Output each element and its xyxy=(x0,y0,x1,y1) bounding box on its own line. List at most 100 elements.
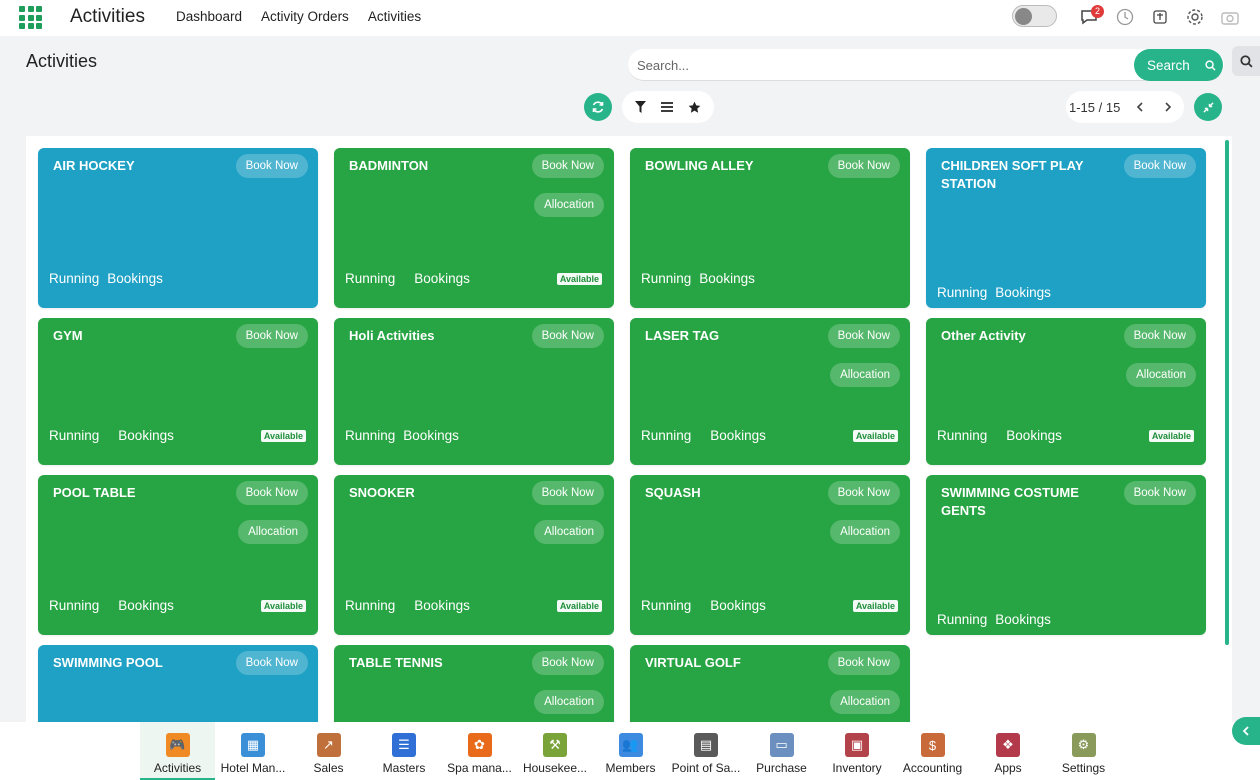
allocation-button[interactable]: Allocation xyxy=(830,690,900,714)
activity-card[interactable]: SWIMMING POOLBook NowRunningBookings xyxy=(38,645,318,722)
running-link[interactable]: Running xyxy=(641,598,691,613)
bookings-link[interactable]: Bookings xyxy=(414,598,470,613)
book-now-button[interactable]: Book Now xyxy=(531,651,604,675)
dock-item-point-of-sa[interactable]: ▤ Point of Sa... xyxy=(669,722,744,780)
camera-icon[interactable] xyxy=(1220,7,1240,27)
bookings-link[interactable]: Bookings xyxy=(107,271,163,286)
activity-card[interactable]: Holi Activities Book Now Running Bookings xyxy=(334,318,614,465)
dock-item-sales[interactable]: ↗ Sales xyxy=(291,722,366,780)
book-now-button[interactable]: Book Now xyxy=(1123,154,1196,178)
dock-item-inventory[interactable]: ▣ Inventory xyxy=(820,722,895,780)
bookings-link[interactable]: Bookings xyxy=(710,428,766,443)
allocation-button[interactable]: Allocation xyxy=(830,363,900,387)
activity-card[interactable]: Other Activity Book Now Allocation Running B… xyxy=(926,318,1206,465)
dock-item-settings[interactable]: ⚙ Settings xyxy=(1046,722,1121,780)
filter-icon[interactable] xyxy=(635,101,647,113)
running-link[interactable]: Running xyxy=(345,428,395,443)
dock-item-accounting[interactable]: $ Accounting xyxy=(895,722,970,780)
activity-card[interactable]: SNOOKER Book Now Allocation Running Bookings… xyxy=(334,475,614,635)
gear-icon[interactable] xyxy=(1185,7,1205,27)
activity-card[interactable]: SQUASH Book Now Allocation Running Bookings A… xyxy=(630,475,910,635)
bookings-link[interactable]: Bookings xyxy=(414,271,470,286)
activity-card[interactable]: TABLE TENNISBook NowAllocationRunningBoo… xyxy=(334,645,614,722)
app-menu-icon[interactable] xyxy=(19,6,42,29)
fullscreen-button[interactable] xyxy=(1194,93,1222,121)
bookings-link[interactable]: Bookings xyxy=(710,598,766,613)
book-now-button[interactable]: Book Now xyxy=(531,481,604,505)
activity-card[interactable]: VIRTUAL GOLFBook NowAllocationRunningBoo… xyxy=(630,645,910,722)
allocation-button[interactable]: Allocation xyxy=(830,520,900,544)
book-now-button[interactable]: Book Now xyxy=(827,651,900,675)
dock-item-purchase[interactable]: ▭ Purchase xyxy=(744,722,819,780)
activity-card[interactable]: LASER TAG Book Now Allocation Running Bookin… xyxy=(630,318,910,465)
book-now-button[interactable]: Book Now xyxy=(235,154,308,178)
activity-card[interactable]: AIR HOCKEY Book Now Running Bookings xyxy=(38,148,318,308)
pager-value: 1-15 / 15 xyxy=(1069,99,1121,115)
activity-card[interactable]: CHILDREN SOFT PLAY STATION Book Now Runnin… xyxy=(926,148,1206,308)
allocation-button[interactable]: Allocation xyxy=(1126,363,1196,387)
allocation-button[interactable]: Allocation xyxy=(534,193,604,217)
book-now-button[interactable]: Book Now xyxy=(235,651,308,675)
running-link[interactable]: Running xyxy=(937,428,987,443)
book-now-button[interactable]: Book Now xyxy=(827,324,900,348)
bookings-link[interactable]: Bookings xyxy=(403,428,459,443)
dock-item-hotel-man[interactable]: ▦ Hotel Man... xyxy=(216,722,291,780)
clock-icon[interactable] xyxy=(1115,7,1135,27)
book-now-button[interactable]: Book Now xyxy=(235,481,308,505)
book-now-button[interactable]: Book Now xyxy=(531,154,604,178)
bookings-link[interactable]: Bookings xyxy=(1006,428,1062,443)
scrollbar[interactable] xyxy=(1225,140,1229,645)
nav-dashboard[interactable]: Dashboard xyxy=(176,9,242,24)
side-panel-toggle[interactable] xyxy=(1232,717,1260,745)
bookings-link[interactable]: Bookings xyxy=(995,612,1051,627)
translate-icon[interactable] xyxy=(1150,7,1170,27)
dock-item-apps[interactable]: ❖ Apps xyxy=(971,722,1046,780)
book-now-button[interactable]: Book Now xyxy=(827,481,900,505)
next-page-icon[interactable] xyxy=(1164,102,1172,112)
prev-page-icon[interactable] xyxy=(1136,102,1144,112)
bookings-link[interactable]: Bookings xyxy=(995,285,1051,300)
activity-card[interactable]: BADMINTON Book Now Allocation Running Bookin… xyxy=(334,148,614,308)
running-link[interactable]: Running xyxy=(49,598,99,613)
book-now-button[interactable]: Book Now xyxy=(827,154,900,178)
running-link[interactable]: Running xyxy=(641,428,691,443)
activity-card[interactable]: SWIMMING COSTUME GENTS Book Now Running Boo… xyxy=(926,475,1206,635)
allocation-button[interactable]: Allocation xyxy=(534,690,604,714)
search-input[interactable] xyxy=(628,49,1128,81)
book-now-button[interactable]: Book Now xyxy=(1123,324,1196,348)
refresh-button[interactable] xyxy=(584,93,612,121)
activity-card[interactable]: POOL TABLE Book Now Allocation Running Booki… xyxy=(38,475,318,635)
activity-card[interactable]: GYM Book Now Running Bookings Available xyxy=(38,318,318,465)
running-link[interactable]: Running xyxy=(345,598,395,613)
running-link[interactable]: Running xyxy=(641,271,691,286)
book-now-button[interactable]: Book Now xyxy=(1123,481,1196,505)
dock-item-masters[interactable]: ☰ Masters xyxy=(367,722,442,780)
nav-activity-orders[interactable]: Activity Orders xyxy=(261,9,349,24)
search-button[interactable]: Search xyxy=(1134,49,1223,81)
dock-label: Housekee... xyxy=(522,761,588,775)
running-link[interactable]: Running xyxy=(49,428,99,443)
running-link[interactable]: Running xyxy=(49,271,99,286)
nav-activities[interactable]: Activities xyxy=(368,9,421,24)
book-now-button[interactable]: Book Now xyxy=(531,324,604,348)
activity-card[interactable]: BOWLING ALLEY Book Now Running Bookings xyxy=(630,148,910,308)
dock-item-spa-mana[interactable]: ✿ Spa mana... xyxy=(442,722,517,780)
running-link[interactable]: Running xyxy=(345,271,395,286)
running-link[interactable]: Running xyxy=(937,285,987,300)
bookings-link[interactable]: Bookings xyxy=(699,271,755,286)
group-by-icon[interactable] xyxy=(660,102,673,112)
mode-toggle[interactable] xyxy=(1012,5,1057,27)
running-link[interactable]: Running xyxy=(937,612,987,627)
allocation-button[interactable]: Allocation xyxy=(238,520,308,544)
dock-item-members[interactable]: 👥 Members xyxy=(593,722,668,780)
book-now-button[interactable]: Book Now xyxy=(235,324,308,348)
view-options xyxy=(622,91,714,123)
bookings-link[interactable]: Bookings xyxy=(118,598,174,613)
allocation-button[interactable]: Allocation xyxy=(534,520,604,544)
card-footer: Running Bookings xyxy=(49,428,174,443)
search-toggle-icon[interactable] xyxy=(1232,46,1260,76)
dock-item-activities[interactable]: 🎮 Activities xyxy=(140,722,215,780)
dock-item-housekee[interactable]: ⚒ Housekee... xyxy=(518,722,593,780)
bookings-link[interactable]: Bookings xyxy=(118,428,174,443)
favorite-star-icon[interactable] xyxy=(688,101,701,114)
